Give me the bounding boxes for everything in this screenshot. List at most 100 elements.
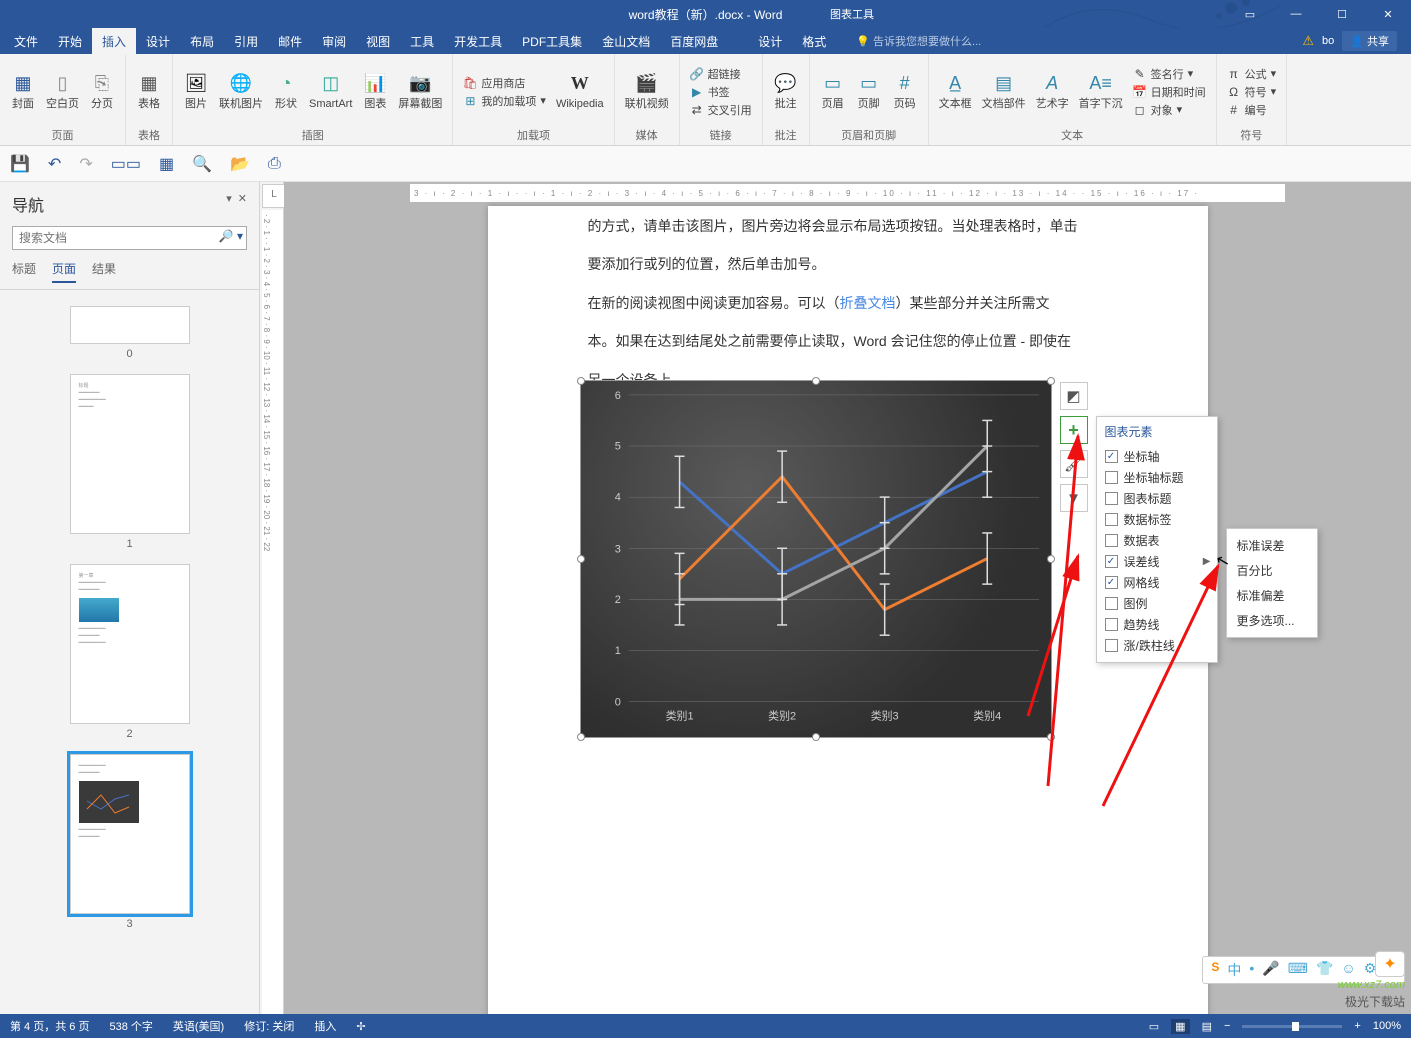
menu-insert[interactable]: 插入 bbox=[92, 28, 136, 55]
store-button[interactable]: 🛍应用商店 bbox=[463, 75, 546, 91]
zoom-in-icon[interactable]: + bbox=[1354, 1020, 1360, 1032]
wikipedia-button[interactable]: WWikipedia bbox=[552, 70, 608, 113]
checkbox-icon[interactable] bbox=[1105, 471, 1118, 484]
sub-more-options[interactable]: 更多选项... bbox=[1227, 608, 1317, 633]
menu-file[interactable]: 文件 bbox=[4, 28, 48, 55]
chart-elements-button[interactable]: + bbox=[1060, 416, 1088, 444]
picture-button[interactable]: 🖼图片 bbox=[179, 70, 213, 113]
sub-percentage[interactable]: 百分比 bbox=[1227, 558, 1317, 583]
preview-icon[interactable]: ⎙ bbox=[268, 155, 281, 173]
sub-standard-error[interactable]: 标准误差 bbox=[1227, 533, 1317, 558]
fly-item-6[interactable]: ✓网格线 bbox=[1105, 572, 1209, 593]
wordart-button[interactable]: A艺术字 bbox=[1032, 70, 1073, 113]
fly-item-0[interactable]: ✓坐标轴 bbox=[1105, 446, 1209, 467]
datetime-button[interactable]: 📅日期和时间 bbox=[1133, 84, 1206, 100]
search-icon[interactable]: 🔎 ▾ bbox=[219, 229, 243, 243]
status-extra[interactable]: ✢ bbox=[356, 1020, 365, 1033]
handle-ne[interactable] bbox=[1047, 377, 1055, 385]
status-page[interactable]: 第 4 页，共 6 页 bbox=[10, 1018, 89, 1034]
handle-w[interactable] bbox=[577, 555, 585, 563]
menu-references[interactable]: 引用 bbox=[224, 28, 268, 55]
fold-link[interactable]: 折叠文档 bbox=[840, 295, 896, 311]
checkbox-icon[interactable]: ✓ bbox=[1105, 576, 1118, 589]
layout-options-icon[interactable]: ◩ bbox=[1060, 382, 1088, 410]
handle-s[interactable] bbox=[812, 733, 820, 741]
nav-tab-headings[interactable]: 标题 bbox=[12, 260, 36, 283]
horizontal-ruler[interactable]: 3 · ı · 2 · ı · 1 · ı · · ı · 1 · ı · 2 … bbox=[410, 184, 1285, 202]
vertical-ruler[interactable]: · 2 · 1 · · 1 · 2 · 3 · 4 · 5 · 6 · 7 · … bbox=[262, 210, 283, 1014]
chart-filter-button[interactable]: ▼ bbox=[1060, 484, 1088, 512]
handle-n[interactable] bbox=[812, 377, 820, 385]
sub-stddev[interactable]: 标准偏差 bbox=[1227, 583, 1317, 608]
nav-search-input[interactable] bbox=[12, 226, 247, 250]
textbox-button[interactable]: A̲文本框 bbox=[935, 70, 976, 113]
maximize-icon[interactable]: ☐ bbox=[1319, 0, 1365, 28]
user-name[interactable]: bo bbox=[1322, 35, 1334, 47]
nav-tab-results[interactable]: 结果 bbox=[92, 260, 116, 283]
checkbox-icon[interactable]: ✓ bbox=[1105, 555, 1118, 568]
menu-review[interactable]: 审阅 bbox=[312, 28, 356, 55]
zoom-slider[interactable] bbox=[1242, 1025, 1342, 1028]
header-button[interactable]: ▭页眉 bbox=[816, 70, 850, 113]
checkbox-icon[interactable] bbox=[1105, 639, 1118, 652]
nav-pin-icon[interactable]: ▾ bbox=[226, 192, 232, 205]
thumb-0[interactable] bbox=[70, 306, 190, 344]
checkbox-icon[interactable] bbox=[1105, 597, 1118, 610]
equation-button[interactable]: π公式 ▾ bbox=[1227, 66, 1277, 82]
menu-home[interactable]: 开始 bbox=[48, 28, 92, 55]
zoom-out-icon[interactable]: − bbox=[1224, 1020, 1230, 1032]
online-picture-button[interactable]: 🌐联机图片 bbox=[215, 70, 267, 113]
fly-item-2[interactable]: 图表标题 bbox=[1105, 488, 1209, 509]
menu-chart-design[interactable]: 设计 bbox=[748, 28, 792, 55]
fly-item-4[interactable]: 数据表 bbox=[1105, 530, 1209, 551]
checkbox-icon[interactable] bbox=[1105, 513, 1118, 526]
cover-button[interactable]: ▦封面 bbox=[6, 70, 40, 113]
open-icon[interactable]: 📂 bbox=[230, 154, 250, 174]
chart-styles-button[interactable]: 🖌 bbox=[1060, 450, 1088, 478]
menu-wps[interactable]: 金山文档 bbox=[592, 28, 660, 55]
warning-icon[interactable]: ⚠ bbox=[1302, 33, 1314, 49]
smartart-button[interactable]: ◫SmartArt bbox=[305, 70, 356, 113]
nav-tab-pages[interactable]: 页面 bbox=[52, 260, 76, 283]
status-track[interactable]: 修订: 关闭 bbox=[244, 1018, 294, 1034]
table-icon[interactable]: ▦ bbox=[159, 154, 174, 174]
status-insert[interactable]: 插入 bbox=[314, 1018, 336, 1034]
menu-design[interactable]: 设计 bbox=[136, 28, 180, 55]
status-lang[interactable]: 英语(美国) bbox=[173, 1018, 224, 1034]
chart-object[interactable]: 012 3456 类别1 类别2 类别3 类别4 bbox=[580, 380, 1052, 738]
number-button[interactable]: #编号 bbox=[1227, 102, 1277, 118]
thumb-1[interactable]: 标题━━━━━━━━━━━━━━━━━━━━━ bbox=[70, 374, 190, 534]
blank-page-button[interactable]: ▯空白页 bbox=[42, 70, 83, 113]
menu-layout[interactable]: 布局 bbox=[180, 28, 224, 55]
bookmark-button[interactable]: ▶书签 bbox=[690, 84, 752, 100]
menu-view[interactable]: 视图 bbox=[356, 28, 400, 55]
menu-chart-format[interactable]: 格式 bbox=[792, 28, 836, 55]
shapes-button[interactable]: ◔形状 bbox=[269, 70, 303, 113]
dropcap-button[interactable]: A≡首字下沉 bbox=[1075, 70, 1127, 113]
close-icon[interactable]: ✕ bbox=[1365, 0, 1411, 28]
fly-item-8[interactable]: 趋势线 bbox=[1105, 614, 1209, 635]
nav-close-icon[interactable]: ✕ bbox=[238, 192, 247, 205]
find-icon[interactable]: 🔍 bbox=[192, 154, 212, 174]
page[interactable]: 的方式，请单击该图片，图片旁边将会显示布局选项按钮。当处理表格时，单击 要添加行… bbox=[488, 206, 1208, 1014]
handle-sw[interactable] bbox=[577, 733, 585, 741]
footer-button[interactable]: ▭页脚 bbox=[852, 70, 886, 113]
checkbox-icon[interactable] bbox=[1105, 618, 1118, 631]
quickparts-button[interactable]: ▤文档部件 bbox=[978, 70, 1030, 113]
menu-baidu[interactable]: 百度网盘 bbox=[660, 28, 728, 55]
undo-icon[interactable]: ↶ bbox=[48, 154, 61, 174]
zoom-value[interactable]: 100% bbox=[1373, 1020, 1401, 1032]
pagenum-button[interactable]: #页码 bbox=[888, 70, 922, 113]
ruler-corner[interactable]: L bbox=[262, 184, 286, 208]
view-read-icon[interactable]: ▭ bbox=[1149, 1020, 1159, 1033]
table-button[interactable]: ▦表格 bbox=[132, 70, 166, 113]
new-icon[interactable]: ▭▭ bbox=[111, 154, 141, 174]
crossref-button[interactable]: ⇄交叉引用 bbox=[690, 102, 752, 118]
share-button[interactable]: 👤 共享 bbox=[1342, 31, 1397, 51]
menu-tools[interactable]: 工具 bbox=[400, 28, 444, 55]
comment-button[interactable]: 💬批注 bbox=[769, 70, 803, 113]
online-video-button[interactable]: 🎬联机视频 bbox=[621, 70, 673, 113]
thumb-2[interactable]: 第一章━━━━━━━━━━━━━━━━━━━━━━━━━━━━━━━━━━━━━… bbox=[70, 564, 190, 724]
menu-mail[interactable]: 邮件 bbox=[268, 28, 312, 55]
checkbox-icon[interactable] bbox=[1105, 492, 1118, 505]
